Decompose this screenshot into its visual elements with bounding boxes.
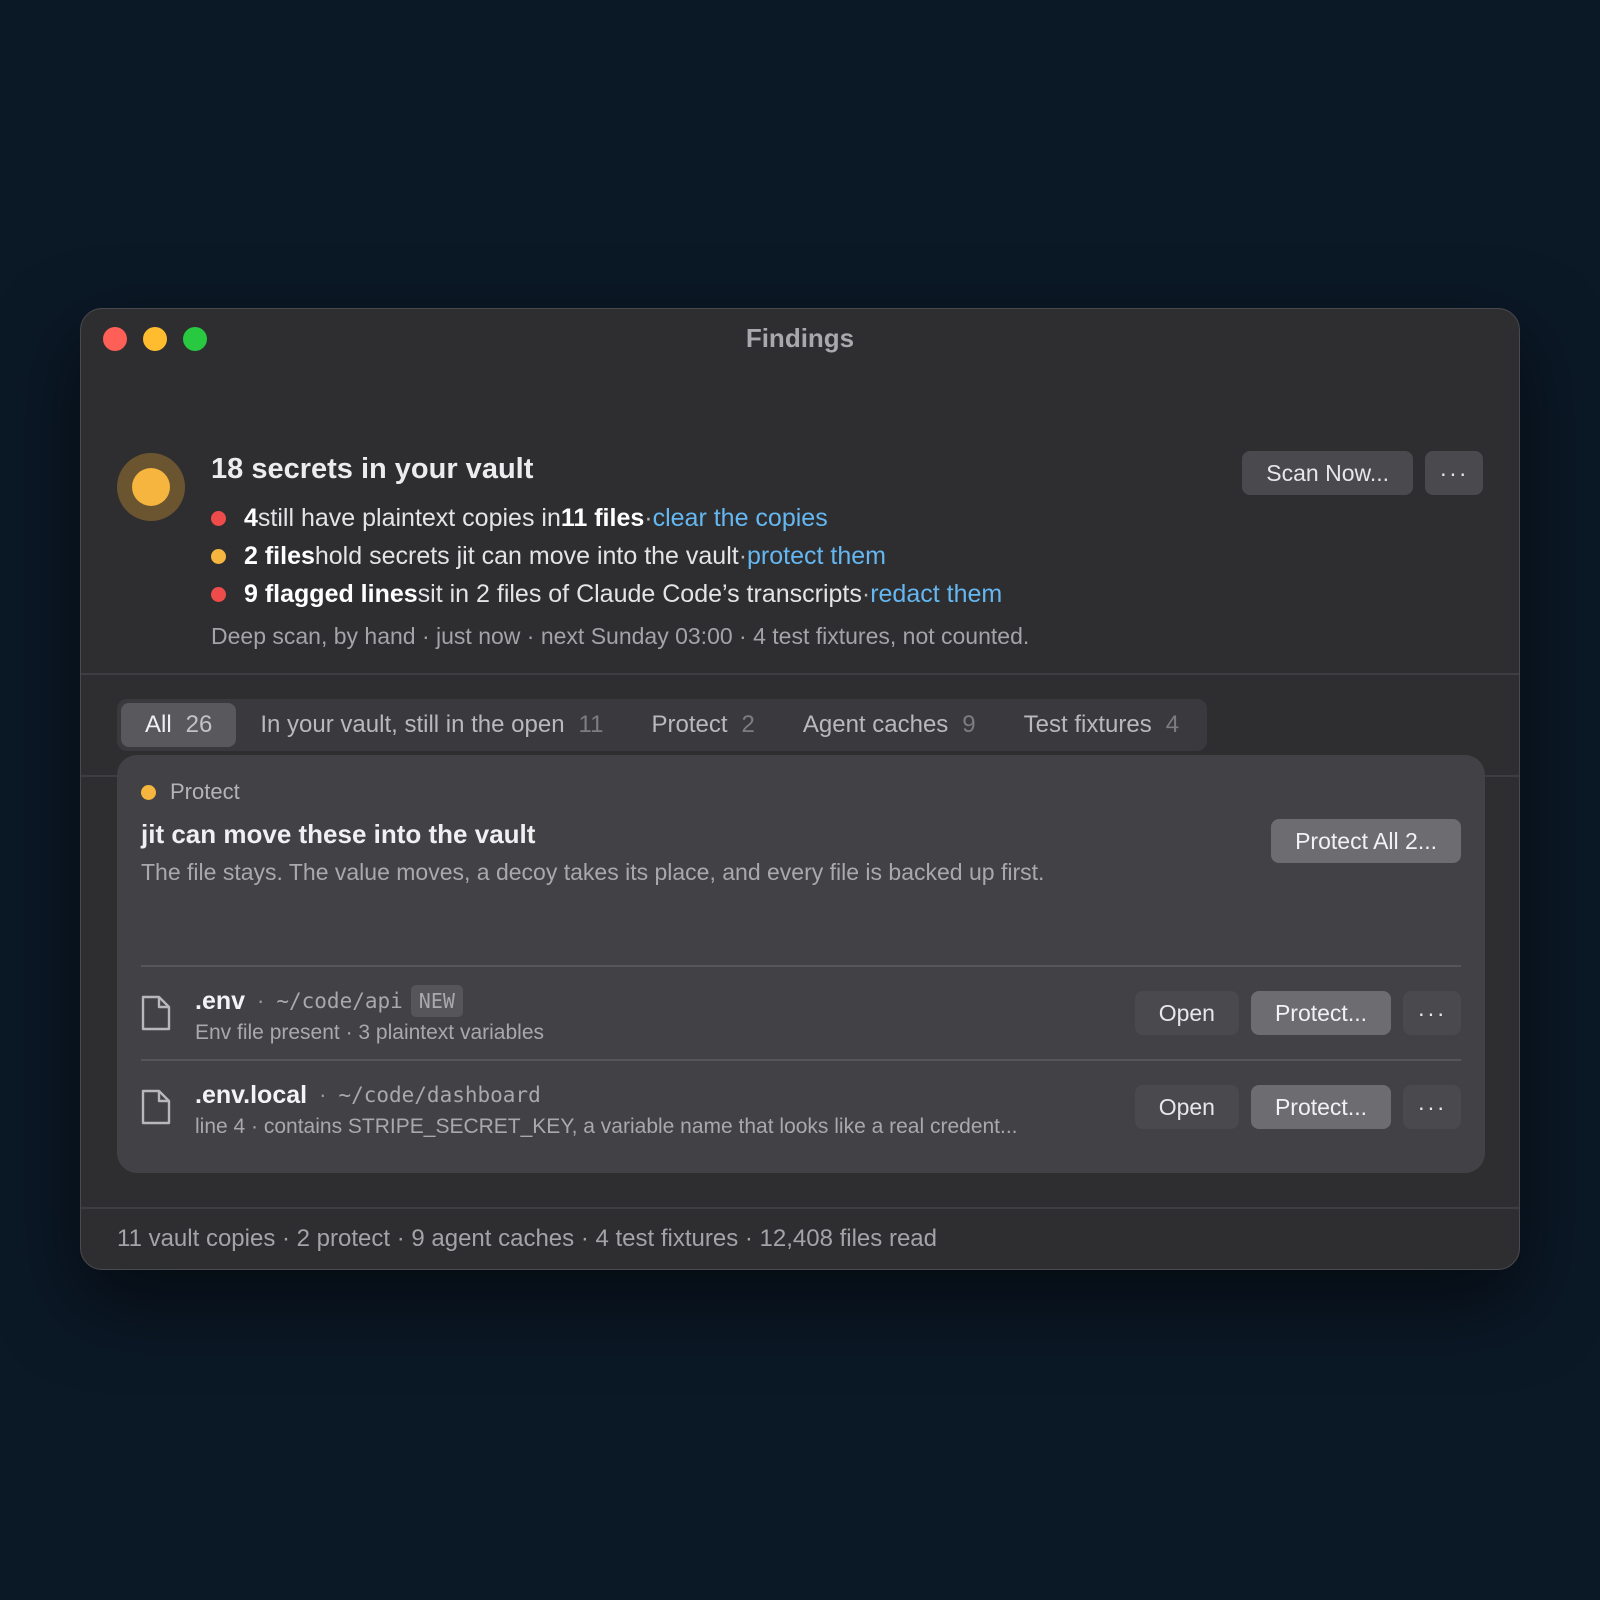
bullet-text: sit in 2 files of Claude Code’s transcri…	[417, 579, 862, 608]
scan-meta: Deep scan, by hand · just now · next Sun…	[211, 623, 1030, 649]
bullet-separator: ·	[644, 503, 653, 532]
file-details: .env.local · ~/code/dashboard line 4 · c…	[195, 1077, 1018, 1139]
card-description: The file stays. The value moves, a decoy…	[141, 859, 1045, 885]
filter-count: 4	[1165, 711, 1180, 738]
clear-copies-link[interactable]: clear the copies	[653, 504, 828, 533]
summary-bullets: 4 still have plaintext copies in 11 file…	[211, 499, 1002, 613]
file-header: .env.local · ~/code/dashboard	[195, 1077, 1018, 1113]
document-icon	[141, 995, 171, 1031]
filter-label: Agent caches	[802, 711, 949, 738]
findings-window: Findings 18 secrets in your vault 4 stil…	[80, 308, 1520, 1270]
filter-count: 9	[962, 711, 976, 738]
filter-protect[interactable]: Protect 2	[627, 703, 778, 747]
separator: ·	[319, 1082, 327, 1107]
amber-dot-icon	[141, 784, 156, 800]
filter-all[interactable]: All 26	[121, 703, 237, 747]
file-path: ~/code/api	[276, 989, 403, 1013]
bullet-count: 4	[244, 503, 258, 532]
separator: ·	[257, 988, 265, 1013]
red-dot-icon	[211, 586, 226, 602]
bullet-files-count: 11 files	[560, 503, 645, 532]
bullet-count: 2 files	[244, 541, 315, 570]
file-header: .env · ~/code/api NEW	[195, 983, 544, 1019]
protect-them-link[interactable]: protect them	[747, 542, 886, 571]
bullet-protect-files: 2 files hold secrets jit can move into t…	[211, 537, 1002, 575]
bullet-plaintext-copies: 4 still have plaintext copies in 11 file…	[211, 499, 1002, 537]
filter-segmented-control: All 26 In your vault, still in the open 11…	[117, 699, 1208, 751]
file-row: .env.local · ~/code/dashboard line 4 · c…	[141, 1059, 1461, 1153]
card-tag-label: Protect	[170, 779, 240, 804]
bullet-flagged-lines: 9 flagged lines sit in 2 files of Claude…	[211, 575, 1002, 613]
filter-label: All	[145, 711, 172, 738]
row-more-button[interactable]: ···	[1403, 1085, 1461, 1129]
row-actions: Open Protect... ···	[1134, 991, 1461, 1035]
red-dot-icon	[211, 510, 226, 526]
card-title: jit can move these into the vault	[141, 819, 536, 849]
filter-agent-caches[interactable]: Agent caches 9	[779, 703, 1000, 747]
bullet-separator: ·	[861, 579, 871, 608]
window-title: Findings	[745, 323, 855, 353]
file-subtitle: Env file present · 3 plaintext variables	[195, 1021, 545, 1044]
file-subtitle: line 4 · contains STRIPE_SECRET_KEY, a v…	[195, 1115, 1018, 1138]
protect-all-button[interactable]: Protect All 2...	[1271, 819, 1461, 863]
protect-button[interactable]: Protect...	[1250, 991, 1391, 1035]
status-dot	[132, 468, 170, 506]
bullet-count: 9 flagged lines	[244, 579, 418, 608]
protect-button[interactable]: Protect...	[1250, 1085, 1391, 1129]
new-badge: NEW	[410, 985, 463, 1017]
row-actions: Open Protect... ···	[1134, 1085, 1461, 1129]
filter-label: Test fixtures	[1023, 711, 1152, 738]
bullet-text: still have plaintext copies in	[257, 503, 561, 532]
filter-vault-open[interactable]: In your vault, still in the open 11	[236, 703, 627, 747]
bullet-separator: ·	[738, 541, 748, 570]
filter-count: 26	[185, 711, 213, 738]
title-bar: Findings	[81, 309, 1519, 369]
filter-label: In your vault, still in the open	[260, 711, 565, 738]
summary-headline: 18 secrets in your vault	[211, 453, 534, 485]
file-details: .env · ~/code/api NEW Env file present ·…	[195, 983, 544, 1045]
open-button[interactable]: Open	[1134, 991, 1239, 1035]
status-footer: 11 vault copies · 2 protect · 9 agent ca…	[81, 1207, 1519, 1269]
file-row: .env · ~/code/api NEW Env file present ·…	[141, 965, 1461, 1059]
amber-dot-icon	[211, 548, 226, 564]
more-options-button[interactable]: ···	[1425, 451, 1483, 495]
bullet-text: hold secrets jit can move into the vault	[314, 541, 739, 570]
file-name: .env.local	[195, 1080, 308, 1109]
file-path: ~/code/dashboard	[338, 1083, 541, 1107]
filter-test-fixtures[interactable]: Test fixtures 4	[1000, 703, 1203, 747]
summary-section: 18 secrets in your vault 4 still have pl…	[81, 369, 1519, 675]
card-category: Protect	[141, 779, 240, 805]
filter-label: Protect	[651, 711, 728, 738]
document-icon	[141, 1089, 171, 1125]
redact-them-link[interactable]: redact them	[870, 580, 1002, 609]
row-more-button[interactable]: ···	[1403, 991, 1461, 1035]
warning-status-icon	[117, 453, 185, 521]
header-actions: Scan Now... ···	[1242, 451, 1483, 495]
file-name: .env	[195, 986, 246, 1015]
protect-card: Protect jit can move these into the vaul…	[117, 755, 1485, 1173]
file-list: .env · ~/code/api NEW Env file present ·…	[141, 965, 1461, 1153]
scan-now-button[interactable]: Scan Now...	[1242, 451, 1413, 495]
filter-count: 11	[578, 711, 604, 738]
open-button[interactable]: Open	[1134, 1085, 1239, 1129]
filter-count: 2	[741, 711, 755, 738]
